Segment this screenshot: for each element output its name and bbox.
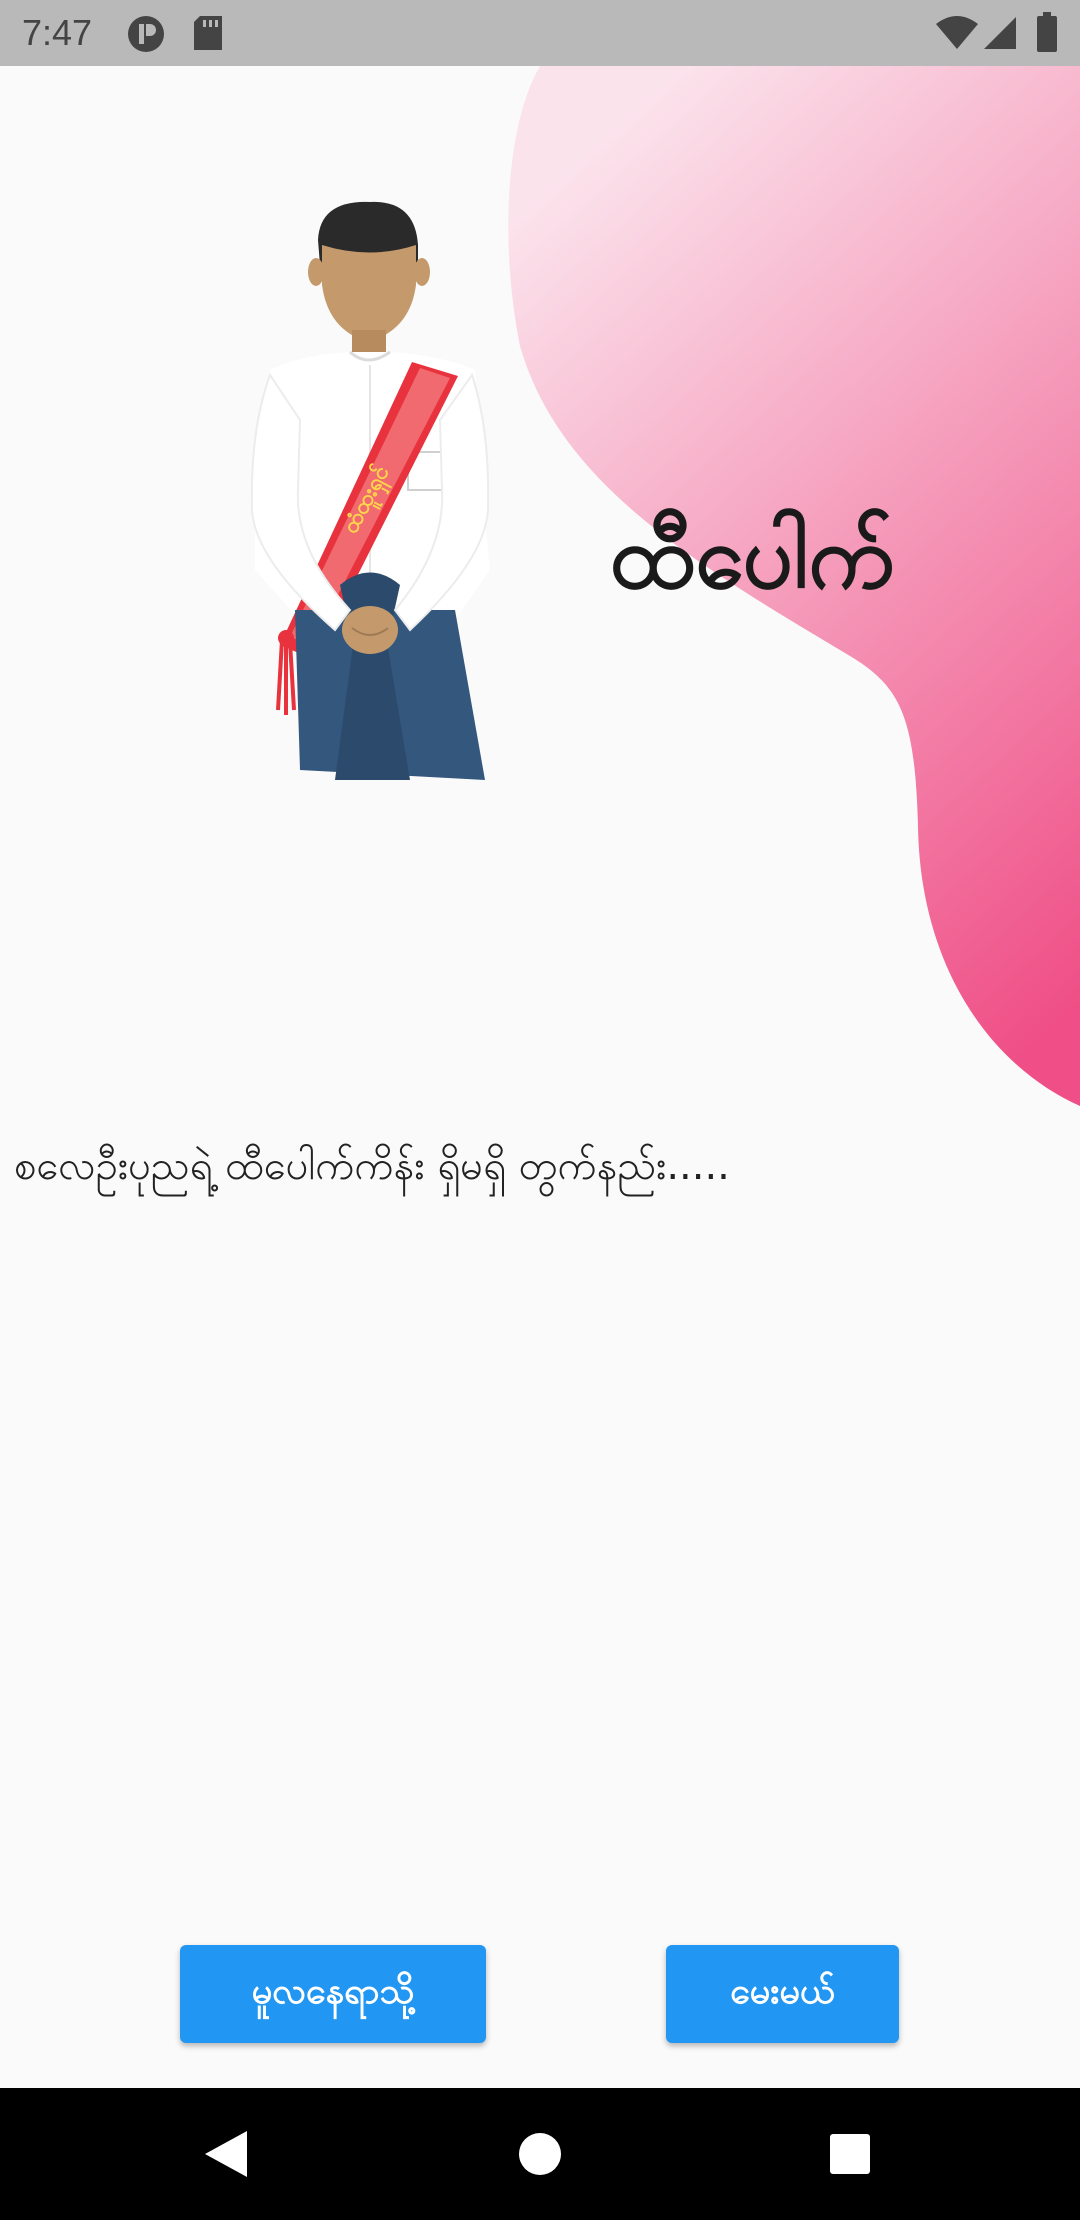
- battery-icon: [1036, 12, 1058, 56]
- signal-icon: [983, 16, 1017, 54]
- system-navigation-bar: [0, 2088, 1080, 2220]
- sd-card-icon: [192, 14, 224, 56]
- ask-button[interactable]: မေးမယ်: [666, 1945, 899, 2043]
- home-icon: [519, 2133, 561, 2175]
- instruction-message: စလေဦးပုညရဲ့ ထီပေါက်ကိန်း ရှိမရှိ တွက်နည်…: [14, 1143, 730, 1189]
- status-time: 7:47: [22, 12, 93, 53]
- hero-title: ထီပေါက်: [610, 505, 895, 608]
- status-bar: 7:47: [0, 0, 1080, 66]
- graduate-character-illustration: ထံထူးရှင်: [250, 201, 490, 780]
- nav-recents-button[interactable]: [790, 2088, 910, 2220]
- nav-back-button[interactable]: [166, 2088, 286, 2220]
- app-icon: [126, 14, 166, 58]
- back-icon: [205, 2131, 247, 2177]
- recents-icon: [830, 2134, 870, 2174]
- nav-home-button[interactable]: [480, 2088, 600, 2220]
- wifi-icon: [935, 16, 979, 54]
- home-button[interactable]: မူလနေရာသို့: [180, 1945, 486, 2043]
